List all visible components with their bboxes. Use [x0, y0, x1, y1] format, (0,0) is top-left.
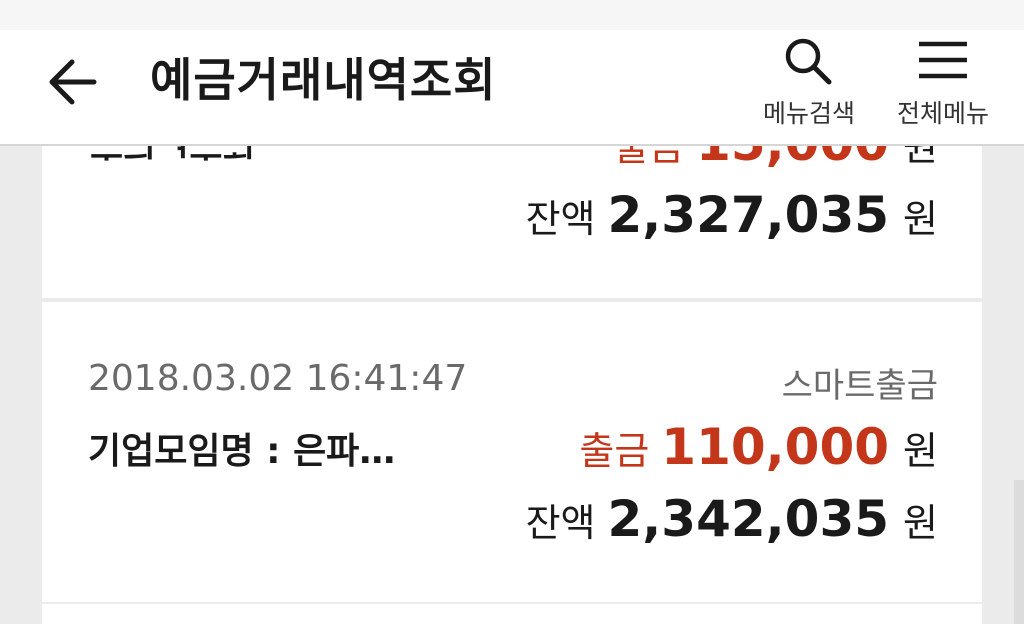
transaction-card[interactable]: [42, 604, 982, 624]
search-icon: [744, 34, 874, 90]
app-header: 예금거래내역조회 메뉴검색 전체메뉴: [0, 30, 1024, 146]
transaction-card[interactable]: 2018.03.02 16:41:47 스마트출금 기업모임명 : 은파… 출금…: [42, 302, 982, 602]
withdrawal-label: 출금: [579, 429, 650, 473]
menu-search-label: 메뉴검색: [762, 99, 855, 128]
balance-amount: 2,327,035: [607, 186, 890, 244]
currency-unit: 원: [903, 501, 938, 545]
status-bar: [0, 0, 1024, 30]
balance-row: 잔액 2,327,035 원: [526, 186, 938, 244]
currency-unit: 원: [903, 197, 938, 241]
withdrawal-amount: 110,000: [661, 418, 890, 476]
back-button[interactable]: [36, 42, 116, 122]
balance-row: 잔액 2,342,035 원: [526, 490, 938, 548]
transaction-datetime: 2018.03.02 16:41:47: [88, 358, 468, 399]
transaction-type: 스마트출금: [781, 366, 938, 406]
scroll-edge: [1014, 480, 1024, 624]
balance-amount: 2,342,035: [607, 490, 890, 548]
balance-label: 잔액: [525, 197, 596, 241]
menu-search-button[interactable]: 메뉴검색: [744, 34, 874, 134]
transaction-memo: 기업모임명 : 은파…: [88, 431, 396, 472]
page-title: 예금거래내역조회: [150, 53, 497, 107]
hamburger-menu-icon: [878, 34, 1008, 90]
withdrawal-amount-row: 출금 110,000 원: [579, 418, 938, 476]
all-menu-label: 전체메뉴: [896, 99, 989, 128]
currency-unit: 원: [903, 429, 938, 473]
balance-label: 잔액: [525, 501, 596, 545]
screen: ᅮᅴᅥᅮᅬ 출금15,000원 잔액2,327,035원 2018.03.02 …: [0, 0, 1024, 624]
all-menu-button[interactable]: 전체메뉴: [878, 34, 1008, 134]
back-arrow-icon: [36, 59, 116, 126]
